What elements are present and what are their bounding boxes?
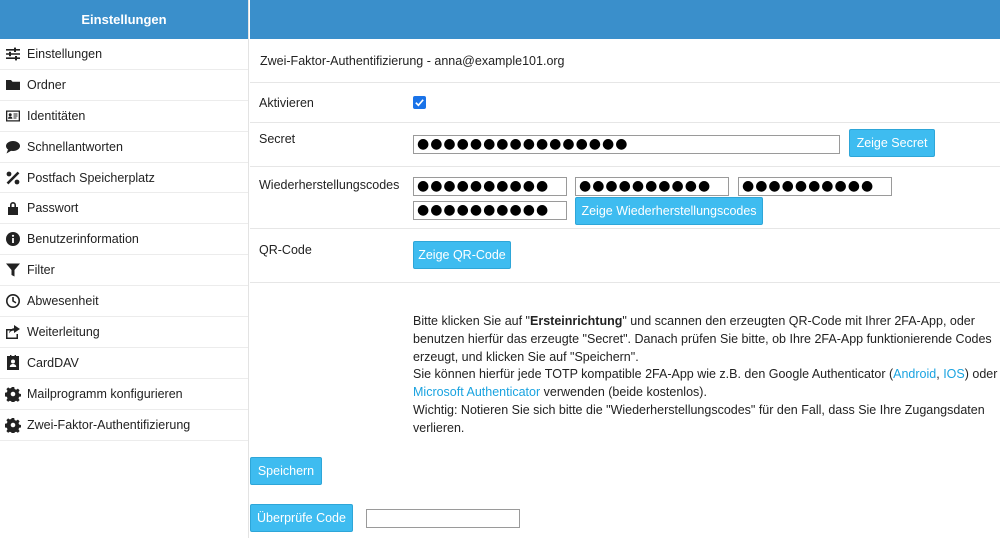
info-text-2a: Sie können hierfür jede TOTP kompatible … xyxy=(413,367,894,382)
share-icon xyxy=(4,323,22,341)
sidebar-item-label: Mailprogramm konfigurieren xyxy=(27,386,183,401)
sidebar: Einstellungen Einstellungen Ordner Identit… xyxy=(0,0,249,538)
sidebar-item-mailprogramm-konfigurieren[interactable]: Mailprogramm konfigurieren xyxy=(0,379,248,410)
gear-icon xyxy=(4,385,22,403)
sidebar-item-label: Zwei-Faktor-Authentifizierung xyxy=(27,417,191,432)
recovery-row: Wiederherstellungscodes ●●●●●●●●●● ●●●●●… xyxy=(250,167,1000,229)
main-content: Zwei-Faktor-Authentifizierung - anna@exa… xyxy=(250,39,1000,538)
sidebar-item-schnellantworten[interactable]: Schnellantworten xyxy=(0,132,248,163)
gear-icon xyxy=(4,416,22,434)
qr-label: QR-Code xyxy=(259,243,312,257)
sidebar-item-label: Benutzerinformation xyxy=(27,232,139,247)
id-card-icon xyxy=(4,107,22,125)
recovery-code-4[interactable]: ●●●●●●●●●● xyxy=(413,201,567,220)
sidebar-item-postfach-speicherplatz[interactable]: Postfach Speicherplatz xyxy=(0,163,248,194)
qr-row: QR-Code Zeige QR-Code xyxy=(250,229,1000,283)
secret-row: Secret ●●●●●●●●●●●●●●●● Zeige Secret xyxy=(250,123,1000,167)
sidebar-item-zwei-faktor-authentifizierung[interactable]: Zwei-Faktor-Authentifizierung xyxy=(0,410,248,441)
activate-row: Aktivieren xyxy=(250,83,1000,123)
sidebar-item-label: Abwesenheit xyxy=(27,294,99,309)
recovery-code-1[interactable]: ●●●●●●●●●● xyxy=(413,177,567,196)
comment-icon xyxy=(4,138,22,156)
sidebar-item-weiterleitung[interactable]: Weiterleitung xyxy=(0,317,248,348)
sidebar-item-label: Identitäten xyxy=(27,108,86,123)
secret-input[interactable]: ●●●●●●●●●●●●●●●● xyxy=(413,135,840,154)
sidebar-item-identitäten[interactable]: Identitäten xyxy=(0,101,248,132)
info-text: Bitte klicken Sie auf "Ersteinrichtung" … xyxy=(413,313,998,438)
clock-icon xyxy=(4,292,22,310)
activate-checkbox[interactable] xyxy=(413,96,426,109)
sidebar-list: Einstellungen Ordner Identitäten Schnellant… xyxy=(0,39,248,441)
sidebar-item-label: Postfach Speicherplatz xyxy=(27,170,155,185)
sidebar-item-label: Filter xyxy=(27,263,55,278)
sidebar-item-abwesenheit[interactable]: Abwesenheit xyxy=(0,286,248,318)
recovery-code-2[interactable]: ●●●●●●●●●● xyxy=(575,177,729,196)
sidebar-item-label: Ordner xyxy=(27,77,66,92)
sliders-icon xyxy=(4,45,22,63)
sidebar-item-carddav[interactable]: CardDAV xyxy=(0,348,248,379)
sidebar-item-label: Weiterleitung xyxy=(27,324,100,339)
android-link[interactable]: Android xyxy=(893,367,936,381)
recovery-code-3[interactable]: ●●●●●●●●●● xyxy=(738,177,892,196)
checkmark-icon xyxy=(415,99,424,107)
percent-icon xyxy=(4,169,22,187)
sidebar-item-einstellungen[interactable]: Einstellungen xyxy=(0,39,248,70)
recovery-label: Wiederherstellungscodes xyxy=(259,178,400,192)
sidebar-item-label: CardDAV xyxy=(27,355,79,370)
show-qr-code-button[interactable]: Zeige QR-Code xyxy=(413,241,511,269)
address-book-icon xyxy=(4,354,22,372)
show-recovery-codes-button[interactable]: Zeige Wiederherstellungscodes xyxy=(575,197,763,225)
sidebar-item-label: Passwort xyxy=(27,201,79,216)
sidebar-item-ordner[interactable]: Ordner xyxy=(0,70,248,101)
microsoft-authenticator-link[interactable]: Microsoft Authenticator xyxy=(413,385,540,399)
top-bar xyxy=(250,0,1000,39)
info-text-2b: ) oder xyxy=(964,367,998,382)
page-title: Zwei-Faktor-Authentifizierung - anna@exa… xyxy=(250,39,1000,83)
ios-link[interactable]: IOS xyxy=(943,367,965,381)
save-button[interactable]: Speichern xyxy=(250,457,322,485)
info-bold: Ersteinrichtung xyxy=(530,314,623,328)
sidebar-item-benutzerinformation[interactable]: Benutzerinformation xyxy=(0,224,248,256)
sidebar-header: Einstellungen xyxy=(0,0,248,39)
show-secret-button[interactable]: Zeige Secret xyxy=(849,129,935,157)
info-section: Bitte klicken Sie auf "Ersteinrichtung" … xyxy=(250,283,1000,443)
sidebar-item-passwort[interactable]: Passwort xyxy=(0,193,248,225)
sidebar-item-label: Schnellantworten xyxy=(27,139,123,154)
activate-label: Aktivieren xyxy=(259,96,314,110)
info-icon xyxy=(4,230,22,248)
info-text-1a: Bitte klicken Sie auf " xyxy=(413,314,530,328)
folder-icon xyxy=(4,76,22,94)
lock-icon xyxy=(4,199,22,217)
info-text-2c: verwenden (beide kostenlos). xyxy=(540,385,707,400)
filter-icon xyxy=(4,261,22,279)
info-text-3: Wichtig: Notieren Sie sich bitte die "Wi… xyxy=(413,402,985,435)
sidebar-item-filter[interactable]: Filter xyxy=(0,255,248,287)
verify-code-button[interactable]: Überprüfe Code xyxy=(250,504,353,532)
sidebar-item-label: Einstellungen xyxy=(27,46,103,61)
secret-label: Secret xyxy=(259,132,296,146)
verify-code-input[interactable] xyxy=(366,509,520,528)
